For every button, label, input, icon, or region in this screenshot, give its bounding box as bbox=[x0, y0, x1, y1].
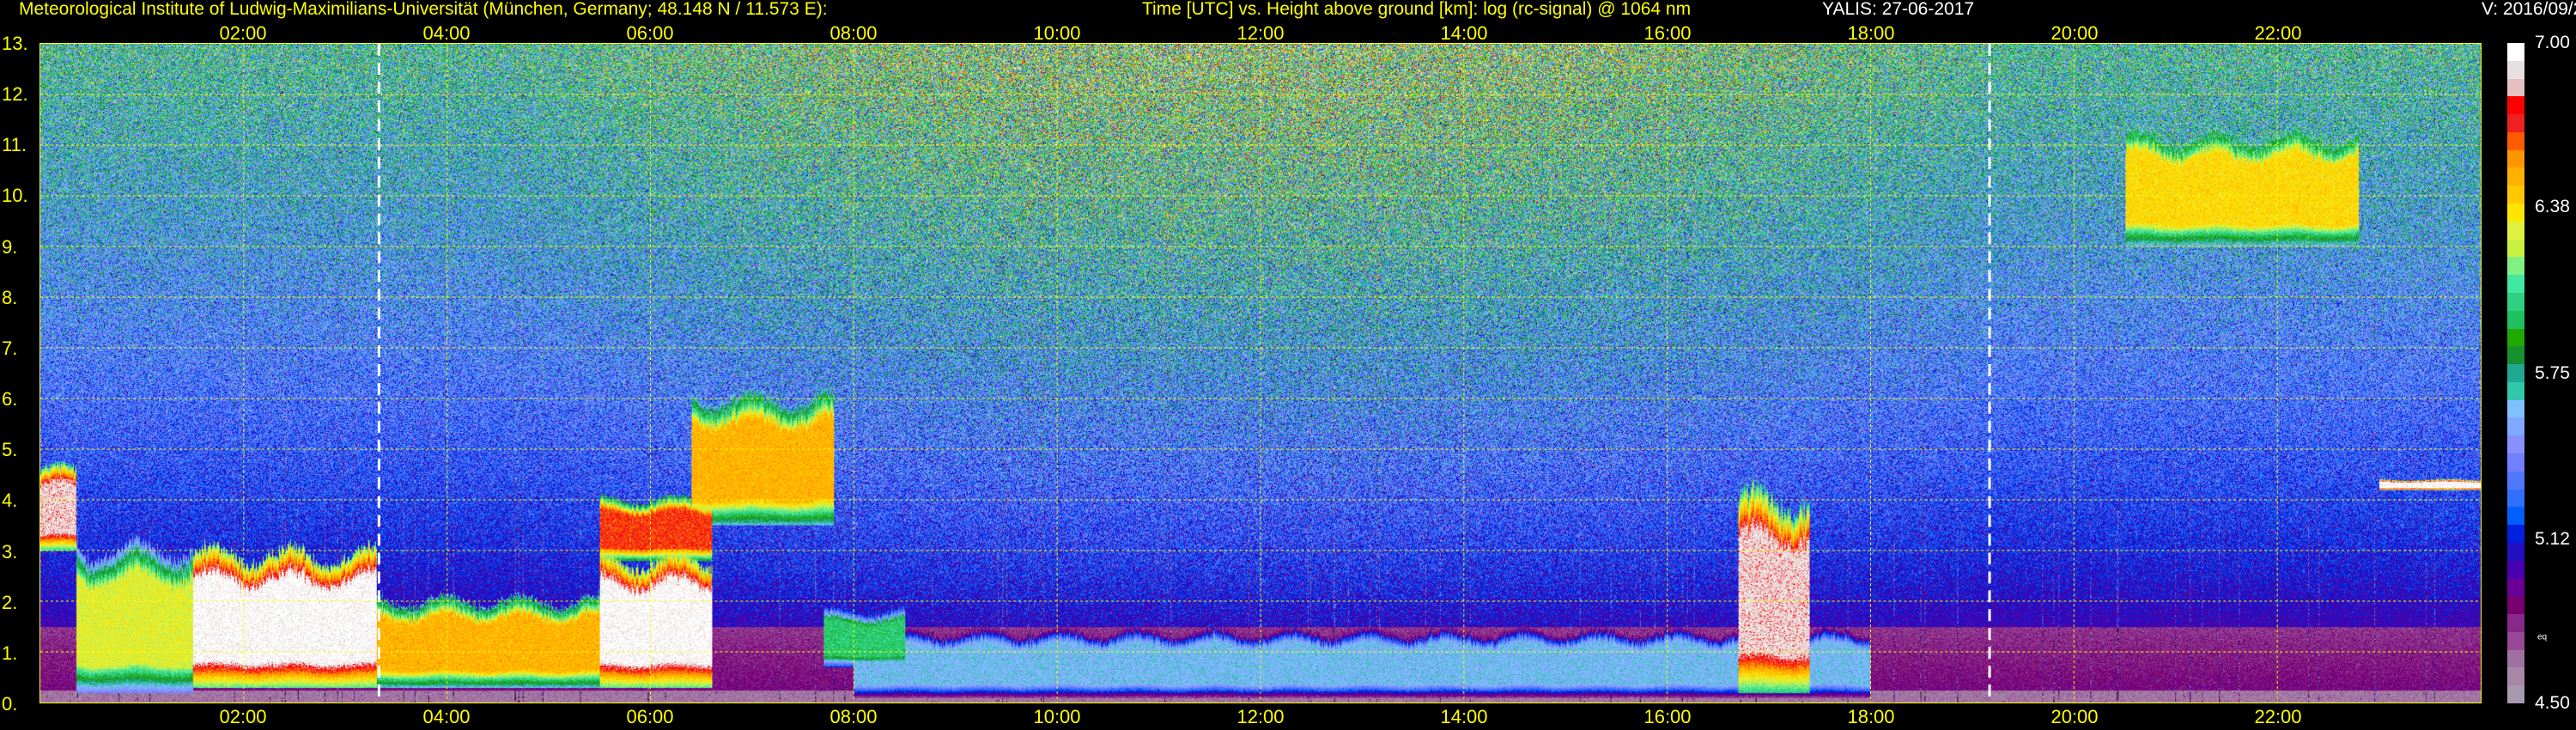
colorbar-swatch bbox=[2507, 614, 2524, 632]
colorbar-tick-label: 6.38 bbox=[2535, 196, 2570, 216]
colorbar-swatch bbox=[2507, 596, 2524, 614]
lidar-heatmap-plot bbox=[39, 43, 2482, 703]
instrument-date: YALIS: 27-06-2017 bbox=[1822, 0, 1975, 19]
y-tick-label: 5. bbox=[2, 439, 18, 461]
colorbar-swatch bbox=[2507, 78, 2524, 97]
colorbar-swatch bbox=[2507, 149, 2524, 168]
colorbar-tick-label: 4.50 bbox=[2535, 693, 2570, 713]
x-tick-label-top: 16:00 bbox=[1643, 22, 1692, 44]
x-tick-label-bottom: 10:00 bbox=[1033, 706, 1081, 727]
colorbar-swatch bbox=[2507, 114, 2524, 132]
y-tick-label: 2. bbox=[2, 591, 18, 613]
x-tick-label-top: 10:00 bbox=[1033, 22, 1081, 44]
colorbar-swatch bbox=[2507, 364, 2524, 382]
x-tick-label-top: 12:00 bbox=[1236, 22, 1285, 44]
y-tick-label: 3. bbox=[2, 540, 18, 563]
x-tick-label-bottom: 06:00 bbox=[626, 706, 674, 727]
colorbar-swatch bbox=[2507, 257, 2524, 276]
colorbar-tick-label: 5.75 bbox=[2535, 362, 2570, 383]
colorbar-swatch bbox=[2507, 507, 2524, 526]
colorbar-swatch bbox=[2507, 131, 2524, 150]
colorbar-swatch bbox=[2507, 328, 2524, 347]
x-tick-label-top: 22:00 bbox=[2254, 22, 2302, 44]
x-tick-label-bottom: 14:00 bbox=[1440, 706, 1488, 727]
y-tick-label: 4. bbox=[2, 490, 18, 512]
x-tick-label-bottom: 02:00 bbox=[219, 706, 267, 727]
y-tick-label: 0. bbox=[2, 693, 18, 715]
y-tick-label: 6. bbox=[2, 388, 18, 411]
x-tick-label-bottom: 08:00 bbox=[829, 706, 878, 727]
y-tick-label: 1. bbox=[2, 642, 18, 664]
colorbar-swatch bbox=[2507, 631, 2524, 650]
x-tick-label-top: 06:00 bbox=[626, 22, 674, 44]
colorbar-swatch bbox=[2507, 435, 2524, 453]
colorbar-swatch bbox=[2507, 346, 2524, 365]
colorbar-swatch bbox=[2507, 489, 2524, 508]
colorbar-swatch bbox=[2507, 221, 2524, 240]
colorbar-swatch bbox=[2507, 542, 2524, 561]
x-tick-label-bottom: 12:00 bbox=[1236, 706, 1285, 727]
colorbar-swatch bbox=[2507, 43, 2524, 61]
y-tick-label: 8. bbox=[2, 286, 18, 308]
colorbar-swatch bbox=[2507, 381, 2524, 400]
y-tick-label: 12. bbox=[2, 83, 28, 106]
colorbar-swatch bbox=[2507, 310, 2524, 329]
colorbar-swatch bbox=[2507, 667, 2524, 686]
colorbar bbox=[2507, 43, 2524, 703]
institute-title: Meteorological Institute of Ludwig-Maxim… bbox=[19, 0, 828, 19]
x-tick-label-bottom: 22:00 bbox=[2254, 706, 2302, 727]
x-tick-label-bottom: 20:00 bbox=[2050, 706, 2099, 727]
colorbar-tick-label: 7.00 bbox=[2535, 33, 2570, 52]
colorbar-swatch bbox=[2507, 525, 2524, 543]
colorbar-swatch bbox=[2507, 578, 2524, 597]
x-tick-label-top: 04:00 bbox=[422, 22, 471, 44]
colorbar-swatch bbox=[2507, 417, 2524, 436]
x-tick-label-bottom: 04:00 bbox=[422, 706, 471, 727]
y-tick-label: 10. bbox=[2, 185, 28, 207]
colorbar-swatch bbox=[2507, 167, 2524, 186]
colorbar-swatch bbox=[2507, 60, 2524, 79]
x-tick-label-top: 08:00 bbox=[829, 22, 878, 44]
x-tick-label-top: 20:00 bbox=[2050, 22, 2099, 44]
colorbar-tick-label: 5.12 bbox=[2535, 529, 2570, 550]
colorbar-swatch bbox=[2507, 96, 2524, 115]
x-tick-label-bottom: 18:00 bbox=[1847, 706, 1895, 727]
colorbar-swatch bbox=[2507, 649, 2524, 668]
x-tick-label-top: 02:00 bbox=[219, 22, 267, 44]
colorbar-swatch bbox=[2507, 275, 2524, 293]
colorbar-swatch bbox=[2507, 186, 2524, 204]
x-tick-label-top: 14:00 bbox=[1440, 22, 1488, 44]
colorbar-swatch bbox=[2507, 453, 2524, 471]
colorbar-swatch bbox=[2507, 560, 2524, 579]
colorbar-swatch bbox=[2507, 239, 2524, 258]
grid-overlay bbox=[40, 44, 2481, 703]
y-tick-label: 9. bbox=[2, 235, 18, 258]
colorbar-swatch bbox=[2507, 685, 2524, 703]
y-tick-label: 7. bbox=[2, 337, 18, 359]
plot-title: Time [UTC] vs. Height above ground [km]:… bbox=[1142, 0, 1692, 19]
colorbar-swatch bbox=[2507, 292, 2524, 311]
colorbar-swatch bbox=[2507, 399, 2524, 418]
y-tick-label: 13. bbox=[2, 33, 28, 54]
y-tick-label: 11. bbox=[2, 134, 27, 156]
x-tick-label-top: 18:00 bbox=[1847, 22, 1895, 44]
version-label: V: 2016/09/27 bbox=[2482, 0, 2576, 19]
x-tick-label-bottom: 16:00 bbox=[1643, 706, 1692, 727]
colorbar-swatch bbox=[2507, 471, 2524, 490]
colorbar-note: eq bbox=[2537, 632, 2548, 642]
colorbar-swatch bbox=[2507, 204, 2524, 222]
